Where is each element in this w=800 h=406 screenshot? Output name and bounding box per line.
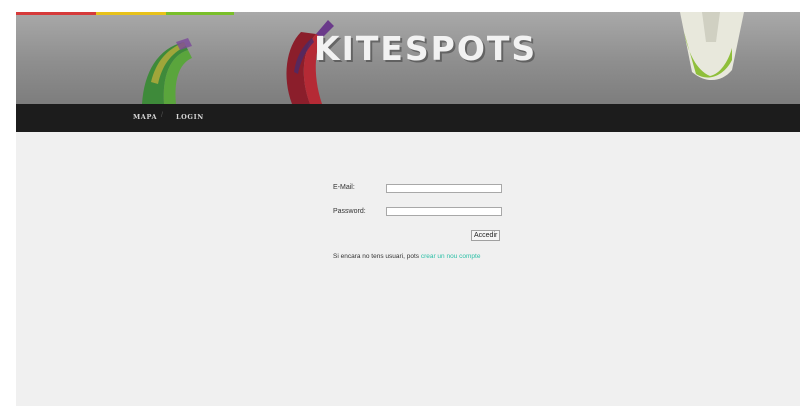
- email-label: E-Mail:: [333, 184, 355, 191]
- header-banner: KITESPOTS: [16, 12, 800, 104]
- logo-underline: [16, 12, 234, 15]
- nav-bar: MAPA / LOGIN: [16, 104, 800, 132]
- underline-red: [16, 12, 96, 15]
- site-logo[interactable]: KITESPOTS: [314, 32, 537, 65]
- left-kite-image: [142, 38, 192, 104]
- underline-green: [166, 12, 234, 15]
- create-account-link[interactable]: crear un nou compte: [421, 253, 481, 260]
- login-submit-button[interactable]: Accedir: [471, 230, 501, 241]
- right-kite-image: [680, 12, 744, 81]
- password-label: Password:: [333, 208, 366, 215]
- underline-yellow: [96, 12, 166, 15]
- signup-prompt: Si encara no tens usuari, pots crear un …: [333, 253, 480, 260]
- nav-separator: /: [161, 112, 163, 119]
- page-frame: KITESPOTS MAPA / LOGIN E-Mail: Password:…: [16, 12, 800, 406]
- nav-item-mapa[interactable]: MAPA: [133, 113, 157, 121]
- nav-item-login[interactable]: LOGIN: [176, 113, 204, 121]
- password-field[interactable]: [386, 207, 502, 216]
- signup-prompt-text: Si encara no tens usuari, pots: [333, 253, 421, 260]
- email-field[interactable]: [386, 184, 502, 193]
